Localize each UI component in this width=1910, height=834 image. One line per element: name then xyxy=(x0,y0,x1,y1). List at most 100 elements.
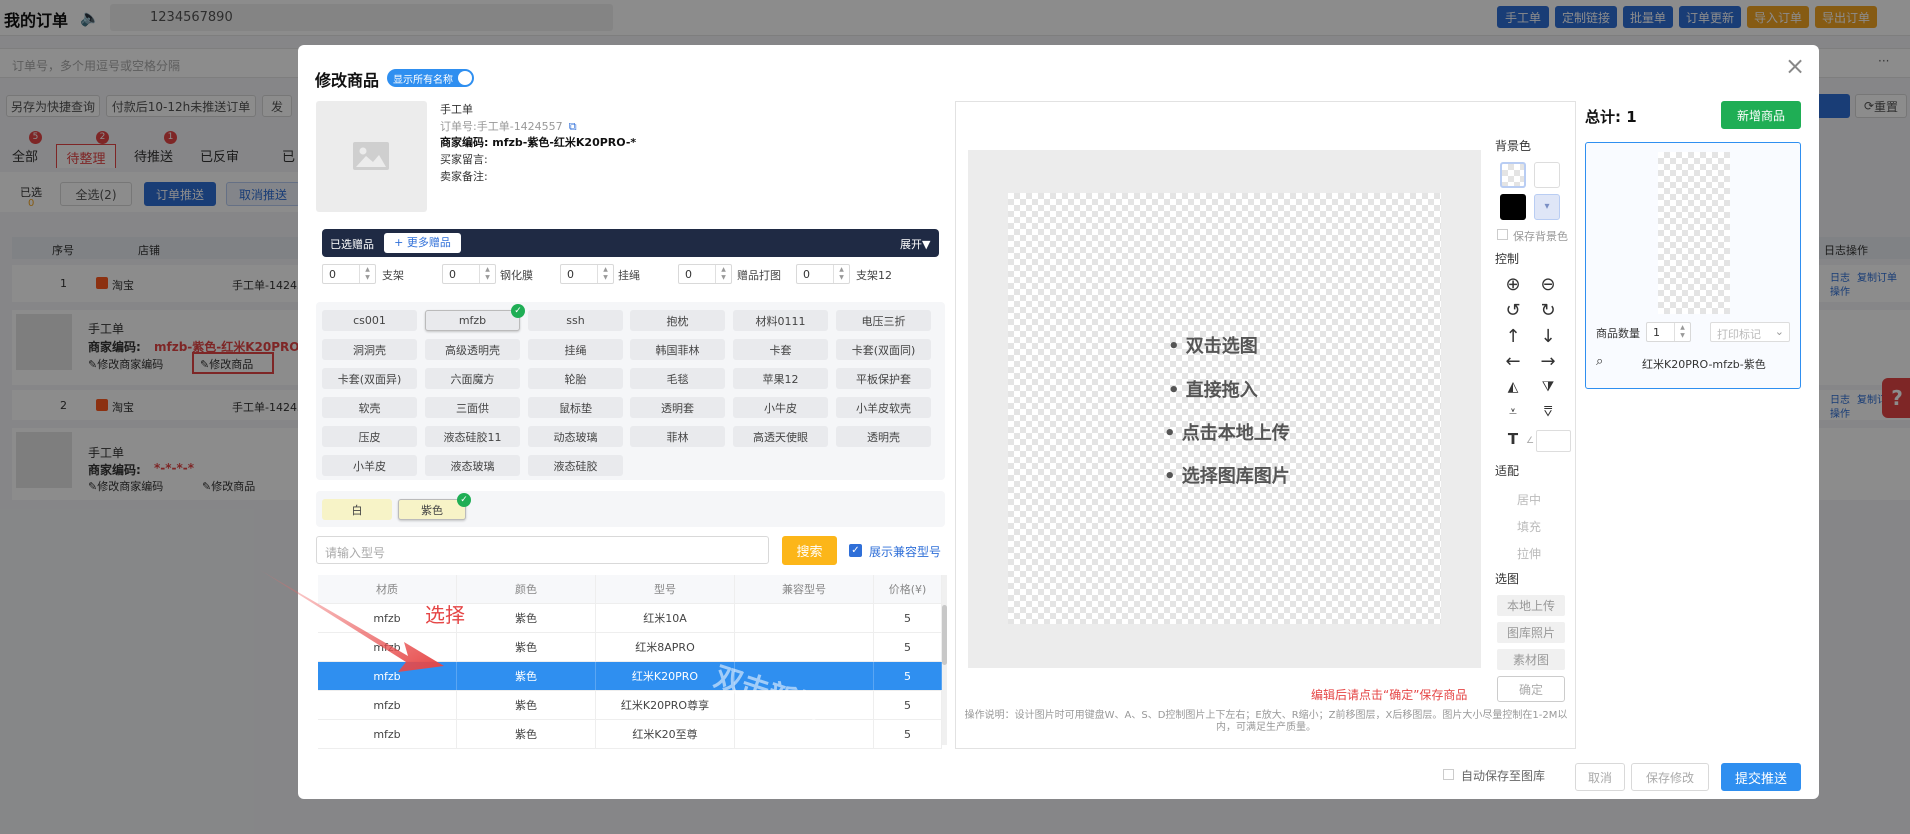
gift-qty-stepper[interactable]: 0 ▲ ▼ xyxy=(322,264,376,284)
material-chip[interactable]: 卡套(双面异) xyxy=(322,368,417,389)
material-chip[interactable]: 六面魔方 xyxy=(425,368,520,389)
arrow-left-icon[interactable]: ← xyxy=(1503,353,1523,371)
fit-fill[interactable]: 填充 xyxy=(1517,518,1541,535)
material-chip[interactable]: 透明壳 xyxy=(836,426,931,447)
flip-vertical-icon[interactable]: ⧩ xyxy=(1538,378,1558,396)
material-chip[interactable]: 毛毯 xyxy=(630,368,725,389)
material-chip[interactable]: 平板保护套 xyxy=(836,368,931,389)
material-chip[interactable]: 材料0111 xyxy=(733,310,828,331)
expand-button[interactable]: 展开▼ xyxy=(900,236,930,252)
submit-push-button[interactable]: 提交推送 xyxy=(1721,763,1801,791)
cancel-button[interactable]: 取消 xyxy=(1575,763,1625,791)
gift-qty-stepper[interactable]: 0 ▲ ▼ xyxy=(560,264,614,284)
material-chip[interactable]: 液态玻璃 xyxy=(425,455,520,476)
show-all-names-toggle[interactable]: 显示所有名称 xyxy=(387,69,474,87)
material-chip[interactable]: 小牛皮 xyxy=(733,397,828,418)
save-changes-button[interactable]: 保存修改 xyxy=(1631,763,1709,791)
item-qty-stepper[interactable]: 1 ▲ ▼ xyxy=(1646,322,1691,342)
material-image-button[interactable]: 素材图 xyxy=(1497,649,1565,670)
gallery-photo-button[interactable]: 图库照片 xyxy=(1497,622,1565,643)
stepper-arrows-icon[interactable]: ▲ ▼ xyxy=(833,265,849,283)
flip-horizontal-icon[interactable]: ◭ xyxy=(1503,378,1523,396)
zoom-in-icon[interactable]: ⊕ xyxy=(1503,276,1523,294)
stepper-arrows-icon[interactable]: ▲ ▼ xyxy=(597,265,613,283)
bg-black-swatch[interactable] xyxy=(1500,194,1526,220)
material-chip[interactable]: 抱枕 xyxy=(630,310,725,331)
material-chip[interactable]: 动态玻璃 xyxy=(528,426,623,447)
material-chip[interactable]: 液态硅胶11 xyxy=(425,426,520,447)
material-chip[interactable]: 三面供 xyxy=(425,397,520,418)
rotate-right-icon[interactable]: ↻ xyxy=(1538,302,1558,320)
material-chip[interactable]: 洞洞壳 xyxy=(322,339,417,360)
print-mark-select[interactable]: 打印标记 ⌄ xyxy=(1710,322,1790,342)
fit-center[interactable]: 居中 xyxy=(1517,491,1541,508)
material-chip[interactable]: 液态硅胶 xyxy=(528,455,623,476)
material-chip[interactable]: ssh xyxy=(528,310,623,331)
gift-qty-stepper[interactable]: 0 ▲ ▼ xyxy=(442,264,496,284)
material-chip[interactable]: 菲林 xyxy=(630,426,725,447)
more-gifts-button[interactable]: + 更多赠品 xyxy=(384,233,461,253)
layer-down-icon[interactable]: ⩡ xyxy=(1503,403,1523,421)
model-search-input[interactable]: 请输入型号 xyxy=(316,536,769,564)
angle-input[interactable] xyxy=(1536,430,1571,452)
compat-checkbox[interactable]: ✓ xyxy=(849,544,862,557)
material-chip[interactable]: 高透天使眼 xyxy=(733,426,828,447)
material-chip[interactable]: 苹果12 xyxy=(733,368,828,389)
gift-qty-stepper[interactable]: 0 ▲ ▼ xyxy=(678,264,732,284)
hint-local-upload: • 点击本地上传 xyxy=(1164,423,1290,444)
auto-save-checkbox[interactable] xyxy=(1443,769,1454,780)
stepper-arrows-icon[interactable]: ▲ ▼ xyxy=(359,265,375,283)
table-scrollbar[interactable] xyxy=(942,575,947,745)
bg-custom-swatch[interactable]: ▾ xyxy=(1534,194,1560,220)
arrow-up-icon[interactable]: ↑ xyxy=(1503,328,1523,346)
add-product-button[interactable]: 新增商品 xyxy=(1721,101,1801,129)
material-chip[interactable]: 电压三折 xyxy=(836,310,931,331)
local-upload-button[interactable]: 本地上传 xyxy=(1497,595,1565,616)
col-model: 型号 xyxy=(596,575,735,603)
gift-qty-stepper[interactable]: 0 ▲ ▼ xyxy=(796,264,850,284)
copy-icon[interactable]: ⧉ xyxy=(569,120,577,133)
material-chip[interactable]: 鼠标垫 xyxy=(528,397,623,418)
stepper-arrows-icon[interactable]: ▲ ▼ xyxy=(1674,323,1690,341)
arrow-down-icon[interactable]: ↓ xyxy=(1538,328,1558,346)
gift-qty-value: 0 xyxy=(803,267,810,281)
bg-white-swatch[interactable] xyxy=(1534,162,1560,188)
stepper-arrows-icon[interactable]: ▲ ▼ xyxy=(479,265,495,283)
stepper-arrows-icon[interactable]: ▲ ▼ xyxy=(715,265,731,283)
material-chip[interactable]: 软壳 xyxy=(322,397,417,418)
keep-bg-checkbox[interactable] xyxy=(1497,229,1508,240)
confirm-button[interactable]: 确定 xyxy=(1497,676,1565,702)
material-chip[interactable]: 挂绳 xyxy=(528,339,623,360)
material-chip[interactable]: 高级透明壳 xyxy=(425,339,520,360)
arrow-right-icon[interactable]: → xyxy=(1538,353,1558,371)
material-chip[interactable]: 透明套 xyxy=(630,397,725,418)
table-scrollbar-thumb[interactable] xyxy=(942,605,947,665)
model-table-row[interactable]: mfzb 紫色 红米K20PRO尊享 5 xyxy=(318,691,942,720)
cell-price: 5 xyxy=(874,633,942,661)
text-icon[interactable]: T xyxy=(1503,430,1523,448)
compat-label: 展示兼容型号 xyxy=(869,545,942,559)
zoom-out-icon[interactable]: ⊖ xyxy=(1538,276,1558,294)
material-chip[interactable]: 小羊皮 xyxy=(322,455,417,476)
fit-stretch[interactable]: 拉伸 xyxy=(1517,545,1541,562)
close-icon[interactable]: × xyxy=(1785,54,1805,78)
rotate-left-icon[interactable]: ↺ xyxy=(1503,302,1523,320)
color-chip[interactable]: 紫色 xyxy=(398,499,466,520)
material-chip[interactable]: 韩国菲林 xyxy=(630,339,725,360)
material-chip[interactable]: 轮胎 xyxy=(528,368,623,389)
material-chip[interactable]: 卡套(双面同) xyxy=(836,339,931,360)
selected-item-card[interactable]: 商品数量 1 ▲ ▼ 打印标记 ⌄ ⌕ 红米K20PRO-mfzb-紫色 xyxy=(1585,142,1801,389)
search-icon[interactable]: ⌕ xyxy=(1596,354,1603,369)
bg-transparent-swatch[interactable] xyxy=(1500,162,1526,188)
material-chip[interactable]: 卡套 xyxy=(733,339,828,360)
model-table-row[interactable]: mfzb 紫色 红米K20至尊 5 xyxy=(318,720,942,749)
search-button[interactable]: 搜索 xyxy=(782,536,837,565)
material-chip[interactable]: 小羊皮软壳 xyxy=(836,397,931,418)
design-canvas[interactable] xyxy=(1008,193,1441,624)
material-chip[interactable]: mfzb xyxy=(425,310,520,331)
layer-up-icon[interactable]: ⩢ xyxy=(1538,403,1558,421)
operation-note: 操作说明：设计图片时可用键盘W、A、S、D控制图片上下左右；E放大、R缩小；Z前… xyxy=(964,710,1568,733)
material-chip[interactable]: 压皮 xyxy=(322,426,417,447)
material-chip[interactable]: cs001 xyxy=(322,310,417,331)
color-chip[interactable]: 白 xyxy=(322,499,392,520)
